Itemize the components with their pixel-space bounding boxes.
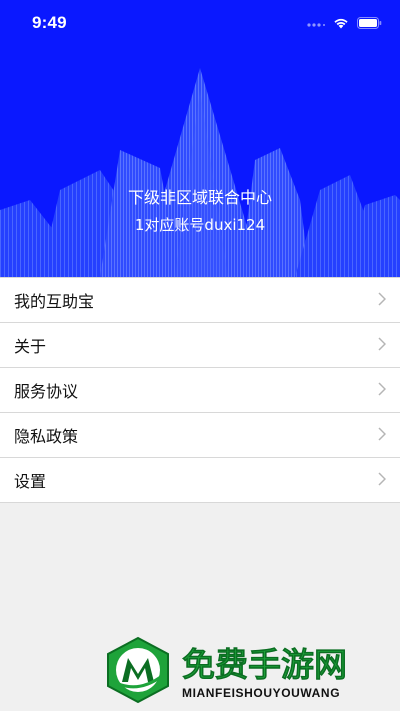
- chevron-right-icon: [378, 426, 387, 445]
- watermark-title: 免费手游网: [182, 645, 348, 685]
- account-id: 1对应账号duxi124: [134, 216, 266, 234]
- menu-item-label: 关于: [14, 337, 47, 356]
- organization-name: 下级非区域联合中心: [127, 188, 272, 207]
- wifi-icon: [333, 14, 349, 33]
- menu-item-about[interactable]: 关于: [0, 323, 400, 368]
- menu-item-my-mutual-aid[interactable]: 我的互助宝: [0, 278, 400, 323]
- menu-item-label: 我的互助宝: [14, 292, 95, 311]
- chevron-right-icon: [378, 336, 387, 355]
- profile-header: 9:49 下级非区域联合中心 1对应账号duxi124: [0, 0, 400, 277]
- status-bar: 9:49: [0, 0, 400, 44]
- chevron-right-icon: [378, 471, 387, 490]
- signal-dots-icon: [307, 14, 325, 33]
- watermark-subtitle: MIANFEISHOUYOUWANG: [182, 686, 341, 700]
- menu-item-label: 设置: [14, 472, 47, 491]
- status-time: 9:49: [32, 13, 67, 32]
- menu-item-label: 服务协议: [14, 382, 79, 401]
- watermark: 免费手游网 MIANFEISHOUYOUWANG: [104, 636, 394, 706]
- battery-icon: [357, 14, 382, 33]
- menu-item-label: 隐私政策: [14, 427, 79, 446]
- settings-menu: 我的互助宝 关于 服务协议 隐私政策 设置: [0, 277, 400, 503]
- chevron-right-icon: [378, 381, 387, 400]
- menu-item-privacy-policy[interactable]: 隐私政策: [0, 413, 400, 458]
- menu-item-settings[interactable]: 设置: [0, 458, 400, 503]
- chevron-right-icon: [378, 291, 387, 310]
- menu-item-service-agreement[interactable]: 服务协议: [0, 368, 400, 413]
